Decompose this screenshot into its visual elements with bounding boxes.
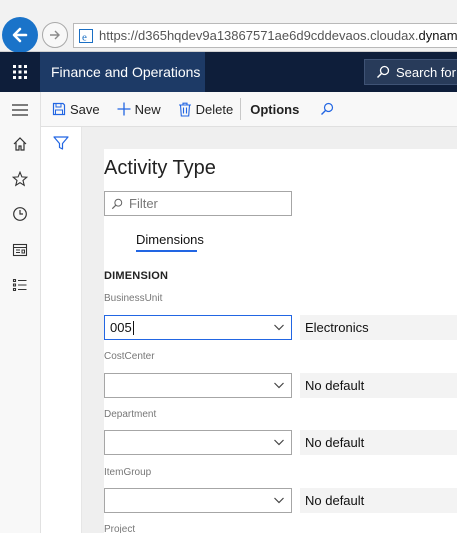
app-navbar: Finance and Operations Search for a bbox=[0, 52, 457, 92]
active-tab-indicator bbox=[136, 250, 197, 252]
tab-dimensions[interactable]: Dimensions bbox=[136, 232, 204, 247]
chevron-down-icon[interactable] bbox=[273, 436, 285, 451]
options-label: Options bbox=[250, 101, 300, 117]
address-url: https://d365hqdev9a13867571ae6d9cddevaos… bbox=[99, 28, 457, 43]
chevron-down-icon[interactable] bbox=[273, 494, 285, 509]
businessunit-value: 005 bbox=[110, 320, 132, 335]
save-button[interactable]: Save bbox=[52, 92, 100, 127]
workspaces-icon[interactable] bbox=[11, 241, 29, 259]
app-launcher-waffle-icon[interactable] bbox=[0, 52, 40, 92]
back-arrow-icon bbox=[12, 27, 28, 43]
field-label-itemgroup: ItemGroup bbox=[104, 467, 152, 478]
new-label: New bbox=[134, 101, 161, 117]
field-label-costcenter: CostCenter bbox=[104, 351, 155, 362]
costcenter-combobox[interactable] bbox=[104, 373, 292, 398]
department-default-value: No default bbox=[300, 430, 457, 455]
recent-clock-icon[interactable] bbox=[11, 205, 29, 223]
options-button[interactable]: Options bbox=[250, 92, 299, 127]
search-icon bbox=[111, 198, 123, 209]
businessunit-combobox[interactable]: 005 bbox=[104, 315, 292, 340]
browser-back-button[interactable] bbox=[2, 17, 38, 53]
delete-label: Delete bbox=[195, 101, 234, 117]
field-label-project: Project bbox=[104, 524, 136, 533]
action-search-button[interactable] bbox=[320, 92, 334, 127]
save-label: Save bbox=[70, 101, 100, 117]
modules-list-icon[interactable] bbox=[11, 276, 29, 294]
filter-input[interactable]: Filter bbox=[104, 191, 292, 216]
filter-funnel-icon[interactable] bbox=[53, 135, 69, 156]
trash-icon bbox=[178, 102, 192, 117]
hamburger-menu-icon[interactable] bbox=[11, 101, 29, 119]
ie-page-icon: e bbox=[79, 28, 93, 43]
costcenter-default-value: No default bbox=[300, 373, 457, 398]
favorites-star-icon[interactable] bbox=[11, 170, 29, 188]
new-button[interactable]: New bbox=[117, 92, 161, 127]
address-bar[interactable]: e https://d365hqdev9a13867571ae6d9cddeva… bbox=[73, 23, 457, 48]
section-header-dimension: DIMENSION bbox=[104, 270, 169, 282]
toolbar-divider bbox=[240, 98, 242, 120]
businessunit-default-value: Electronics bbox=[300, 315, 457, 340]
page-title: Activity Type bbox=[104, 157, 216, 179]
app-title[interactable]: Finance and Operations bbox=[40, 52, 205, 92]
global-search-placeholder: Search for a bbox=[396, 64, 457, 80]
plus-icon bbox=[117, 102, 131, 116]
department-combobox[interactable] bbox=[104, 430, 292, 455]
global-search-box[interactable]: Search for a bbox=[364, 59, 457, 85]
filter-placeholder: Filter bbox=[129, 196, 158, 211]
browser-forward-button[interactable] bbox=[42, 22, 68, 48]
browser-toolbar: e https://d365hqdev9a13867571ae6d9cddeva… bbox=[0, 0, 457, 53]
text-cursor bbox=[132, 320, 134, 335]
forward-arrow-icon bbox=[50, 30, 60, 40]
itemgroup-default-value: No default bbox=[300, 488, 457, 513]
left-navigation-pane bbox=[0, 92, 41, 533]
action-pane: Save New Delete Options bbox=[41, 92, 457, 127]
save-disk-icon bbox=[52, 102, 66, 116]
svg-text:e: e bbox=[82, 31, 87, 43]
chevron-down-icon[interactable] bbox=[273, 379, 285, 394]
search-icon bbox=[321, 102, 334, 115]
home-icon[interactable] bbox=[11, 135, 29, 153]
field-label-department: Department bbox=[104, 409, 157, 420]
chevron-down-icon[interactable] bbox=[273, 321, 285, 336]
delete-button[interactable]: Delete bbox=[178, 92, 234, 127]
itemgroup-combobox[interactable] bbox=[104, 488, 292, 513]
filter-pane-strip bbox=[41, 127, 82, 533]
field-label-businessunit: BusinessUnit bbox=[104, 293, 163, 304]
search-icon bbox=[376, 65, 390, 79]
